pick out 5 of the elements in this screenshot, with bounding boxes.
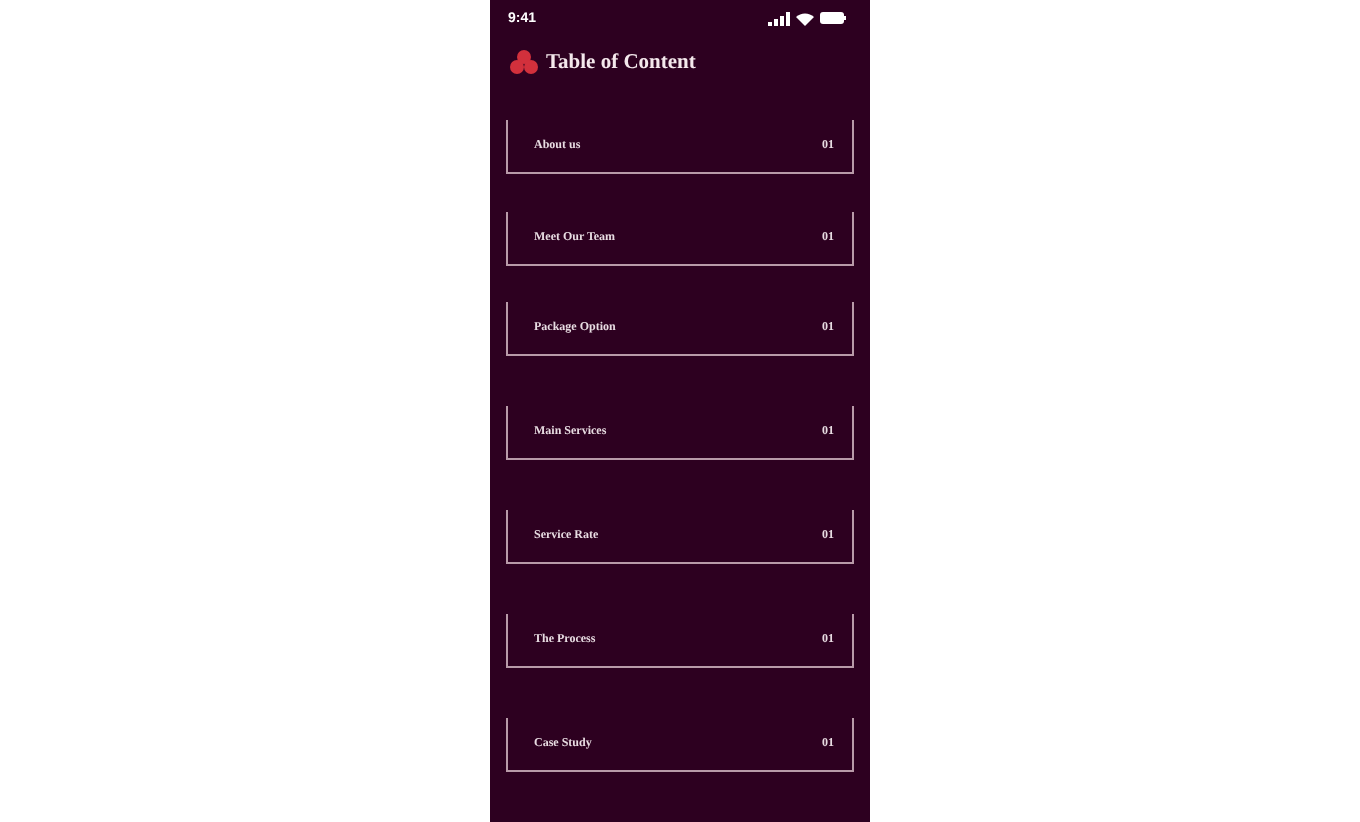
battery-icon bbox=[820, 12, 846, 24]
page-title: Table of Content bbox=[546, 51, 696, 73]
signal-icon bbox=[768, 11, 790, 25]
wifi-icon bbox=[796, 11, 814, 25]
logo-icon bbox=[510, 50, 538, 74]
